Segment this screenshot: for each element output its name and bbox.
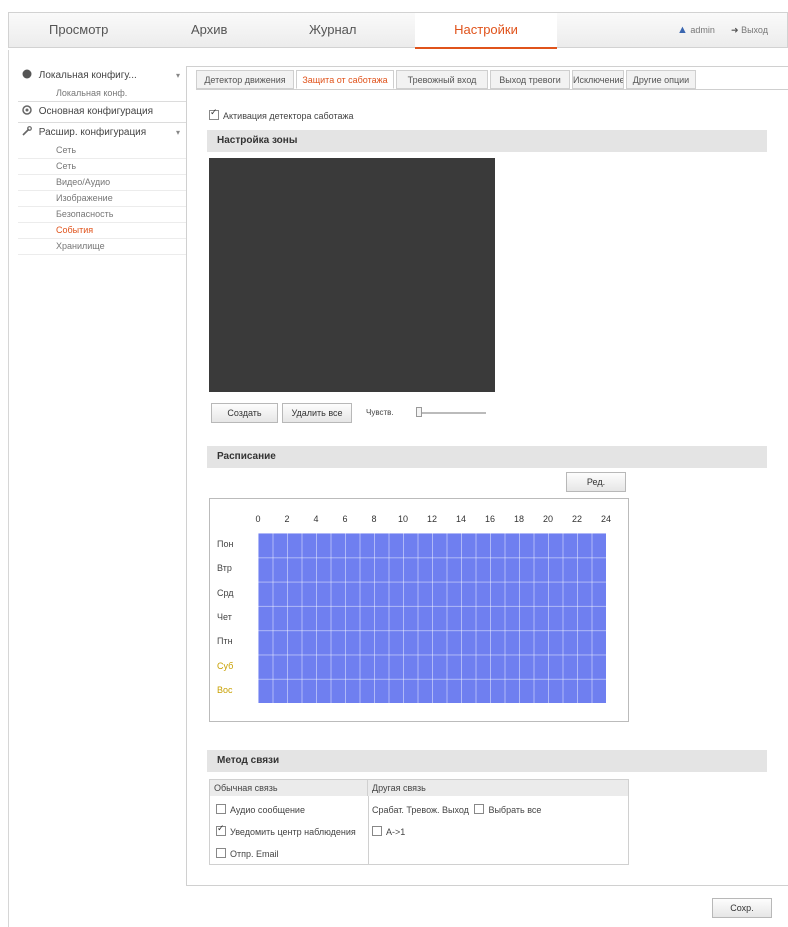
sidebar-subitem-local[interactable]: Локальная конф. <box>18 86 186 102</box>
output-a1-checkbox[interactable] <box>372 826 382 836</box>
hour-label: 2 <box>284 514 290 524</box>
day-label-weekend: Вос <box>217 685 233 695</box>
schedule-heading: Расписание <box>207 446 767 468</box>
sidebar-subitem[interactable]: Сеть <box>18 159 186 175</box>
user-menu[interactable]: ▲ admin <box>677 13 715 47</box>
linkage-table: Обычная связь Другая связь Аудио сообщен… <box>209 779 629 865</box>
sidebar-item-label: Расшир. конфигурация <box>38 127 147 138</box>
hour-label: 4 <box>313 514 319 524</box>
trigger-output-label: Срабат. Тревож. Выход <box>372 805 469 815</box>
select-all-label: Выбрать все <box>488 805 542 815</box>
logout-label: Выход <box>741 25 768 35</box>
hour-label: 10 <box>397 514 408 524</box>
gear-icon <box>22 105 32 115</box>
tab-exception[interactable]: Исключение <box>572 70 624 89</box>
wrench-icon <box>22 126 32 136</box>
nav-playback[interactable]: Архив <box>191 13 251 47</box>
hour-label: 0 <box>255 514 261 524</box>
enable-label: Активация детектора саботажа <box>223 111 354 121</box>
send-email-checkbox[interactable] <box>216 848 226 858</box>
output-a1-row[interactable]: A->1 <box>372 826 405 837</box>
day-label-weekend: Суб <box>217 661 234 671</box>
audio-warning-label: Аудио сообщение <box>230 805 305 815</box>
tab-underline <box>196 89 788 90</box>
clear-all-button[interactable]: Удалить все <box>282 403 352 423</box>
nav-configuration[interactable]: Настройки <box>415 13 557 49</box>
day-label: Пон <box>217 539 234 549</box>
monitor-icon <box>22 69 32 79</box>
send-email-label: Отпр. Email <box>230 849 279 859</box>
other-linkage-header: Другая связь <box>368 780 628 796</box>
user-icon: ▲ <box>677 24 688 36</box>
sidebar-item-basic[interactable]: Основная конфигурация <box>18 102 186 123</box>
hour-label: 8 <box>371 514 377 524</box>
nav-log[interactable]: Журнал <box>309 13 389 47</box>
day-label: Птн <box>217 636 233 646</box>
enable-tamper-row[interactable]: Активация детектора саботажа <box>209 107 354 121</box>
video-preview[interactable] <box>209 158 495 392</box>
sidebar-item-local[interactable]: Локальная конфигу... ▾ <box>18 66 186 86</box>
tab-motion-detection[interactable]: Детектор движения <box>196 70 294 89</box>
day-label: Втр <box>217 563 232 573</box>
send-email-row[interactable]: Отпр. Email <box>216 848 279 859</box>
sidebar-item-label: Основная конфигурация <box>38 106 154 117</box>
chevron-down-icon: ▾ <box>175 128 180 137</box>
select-all-checkbox[interactable] <box>474 804 485 814</box>
area-settings-heading: Настройка зоны <box>207 130 767 152</box>
audio-warning-checkbox[interactable] <box>216 804 226 814</box>
tab-tamper-proof[interactable]: Защита от саботажа <box>296 70 394 89</box>
tab-other[interactable]: Другие опции <box>626 70 696 89</box>
chevron-down-icon: ▾ <box>175 71 180 80</box>
audio-warning-row[interactable]: Аудио сообщение <box>216 804 305 815</box>
sidebar-subitem[interactable]: Безопасность <box>18 207 186 223</box>
trigger-output-row: Срабат. Тревож. Выход Выбрать все <box>372 804 541 815</box>
top-navigation-bar: Просмотр Архив Журнал Настройки ▲ admin … <box>8 12 788 49</box>
sensitivity-slider-handle[interactable] <box>416 407 422 417</box>
user-name: admin <box>690 25 715 35</box>
hour-label: 20 <box>542 514 553 524</box>
sidebar-subitem[interactable]: Изображение <box>18 191 186 207</box>
linkage-heading: Метод связи <box>207 750 767 772</box>
hour-label: 22 <box>571 514 582 524</box>
hour-label: 24 <box>600 514 611 524</box>
column-divider <box>368 796 369 864</box>
hour-label: 12 <box>426 514 437 524</box>
notify-center-checkbox[interactable] <box>216 823 226 836</box>
notify-center-label: Уведомить центр наблюдения <box>230 827 356 837</box>
hour-label: 18 <box>513 514 524 524</box>
schedule-grid[interactable] <box>258 533 606 703</box>
draw-area-button[interactable]: Создать <box>211 403 278 423</box>
hour-label: 14 <box>455 514 466 524</box>
sensitivity-slider[interactable] <box>418 412 486 414</box>
hour-label: 16 <box>484 514 495 524</box>
logout-button[interactable]: ➜ Выход <box>731 13 768 47</box>
day-label: Чет <box>217 612 232 622</box>
sidebar: Локальная конфигу... ▾ Локальная конф. О… <box>18 66 186 255</box>
tab-alarm-input[interactable]: Тревожный вход <box>396 70 488 89</box>
edit-schedule-button[interactable]: Ред. <box>566 472 626 492</box>
sidebar-subitem-events[interactable]: События <box>18 223 186 239</box>
normal-linkage-header: Обычная связь <box>210 780 368 796</box>
sidebar-item-advanced[interactable]: Расшир. конфигурация ▾ <box>18 123 186 143</box>
output-a1-label: A->1 <box>386 827 406 837</box>
save-button[interactable]: Сохр. <box>712 898 772 918</box>
sidebar-subitem[interactable]: Хранилище <box>18 239 186 255</box>
sidebar-item-label: Локальная конфигу... <box>38 70 137 81</box>
sensitivity-label: Чувств. <box>366 408 394 417</box>
sidebar-subitem[interactable]: Видео/Аудио <box>18 175 186 191</box>
nav-live-view[interactable]: Просмотр <box>49 13 139 47</box>
sidebar-subitem[interactable]: Сеть <box>18 143 186 159</box>
enable-checkbox[interactable] <box>209 107 219 120</box>
tab-alarm-output[interactable]: Выход тревоги <box>490 70 570 89</box>
day-label: Срд <box>217 588 234 598</box>
hour-label: 6 <box>342 514 348 524</box>
logout-icon: ➜ <box>731 25 739 35</box>
notify-center-row[interactable]: Уведомить центр наблюдения <box>216 823 356 837</box>
